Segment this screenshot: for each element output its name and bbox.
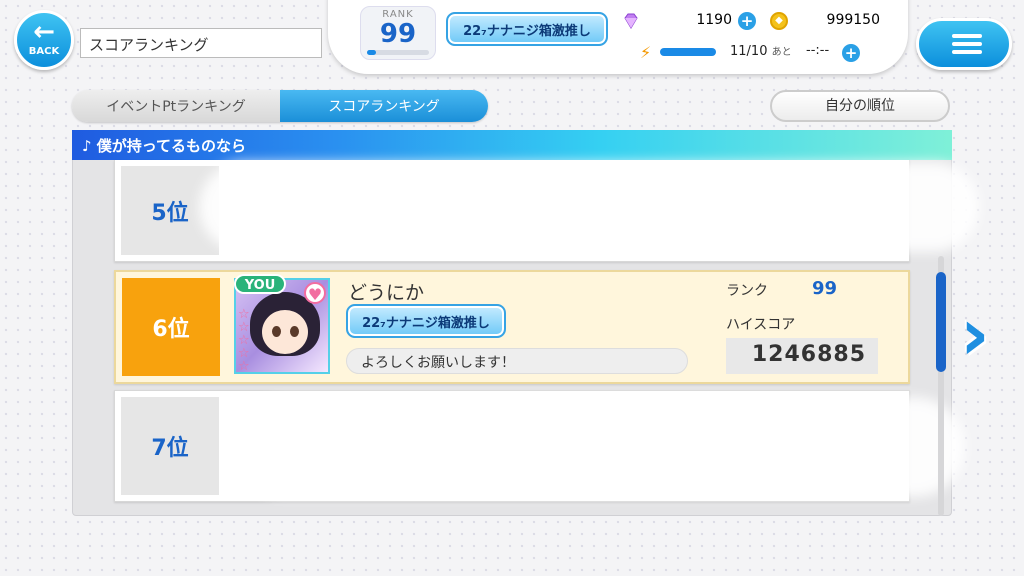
- song-title: ♪ 僕が持ってるものなら: [72, 130, 952, 160]
- ranking-row[interactable]: 7位: [114, 390, 965, 502]
- heart-icon: ♥: [304, 282, 326, 304]
- gem-count: 1190: [696, 12, 732, 28]
- player-title-badge: 22₇ナナニジ箱激推し: [346, 304, 506, 338]
- coin-count: 999150: [826, 12, 880, 28]
- stamina-suffix: あと: [771, 47, 792, 58]
- stamina-timer: --:--: [806, 43, 830, 58]
- rank-label: ランク: [726, 283, 768, 299]
- screen-title: スコアランキング: [80, 28, 322, 58]
- avatar-face: [262, 310, 308, 354]
- ranking-tabs: イベントPtランキング スコアランキング: [72, 90, 488, 122]
- rank-cell: 6位: [122, 278, 220, 376]
- stamina-text: 11/10 あと: [730, 43, 792, 59]
- title-badge[interactable]: 22₇ナナニジ箱激推し: [446, 12, 608, 46]
- rank-exp-fill: [367, 50, 377, 55]
- avatar-eye: [272, 326, 281, 337]
- rank-exp-bar: [367, 50, 429, 55]
- star-rarity-icon: ☆ ☆ ☆ ☆ ☆: [238, 307, 250, 374]
- player-rank-box: RANK 99: [360, 6, 436, 60]
- hamburger-icon: [952, 34, 982, 38]
- ranking-row-me[interactable]: 6位 ♥ ☆ ☆ ☆ ☆ ☆ YOU どうにか 22₇ナナニジ箱激推し よろしくお願いし…: [114, 270, 910, 384]
- high-score-label: ハイスコア: [726, 317, 796, 333]
- high-score-value: 1246885: [726, 338, 878, 374]
- hamburger-icon: [952, 50, 982, 54]
- scrollbar-thumb[interactable]: [936, 272, 946, 372]
- tab-score-ranking[interactable]: スコアランキング: [280, 90, 488, 122]
- back-button[interactable]: ← BACK: [14, 10, 74, 70]
- blurred-content: [235, 397, 965, 497]
- stamina-fill: [660, 48, 716, 56]
- my-rank-button[interactable]: 自分の順位: [770, 90, 950, 122]
- avatar-eye: [290, 326, 299, 337]
- gem-icon: [624, 13, 638, 29]
- arrow-left-icon: ←: [33, 17, 55, 47]
- rank-value: 99: [379, 19, 417, 49]
- stamina-icon: ⚡: [640, 43, 652, 62]
- rank-cell: 7位: [121, 397, 219, 495]
- player-rank-value: 99: [812, 278, 838, 299]
- stamina-bar: [660, 48, 716, 56]
- tab-event-pt-ranking[interactable]: イベントPtランキング: [72, 90, 280, 122]
- stamina-value: 11/10: [730, 44, 768, 59]
- coin-icon: ◆: [770, 12, 788, 30]
- menu-button[interactable]: [916, 18, 1012, 70]
- add-stamina-plus-icon[interactable]: +: [842, 44, 860, 62]
- player-comment: よろしくお願いします！: [346, 348, 688, 374]
- add-gem-plus-icon[interactable]: +: [738, 12, 756, 30]
- chevron-right-icon[interactable]: ›: [960, 298, 1006, 378]
- blurred-content: [199, 162, 979, 252]
- you-badge: YOU: [234, 274, 286, 294]
- ranking-row[interactable]: 5位: [114, 160, 979, 262]
- back-label: BACK: [28, 46, 60, 57]
- player-name: どうにか: [348, 282, 425, 304]
- hamburger-icon: [952, 42, 982, 46]
